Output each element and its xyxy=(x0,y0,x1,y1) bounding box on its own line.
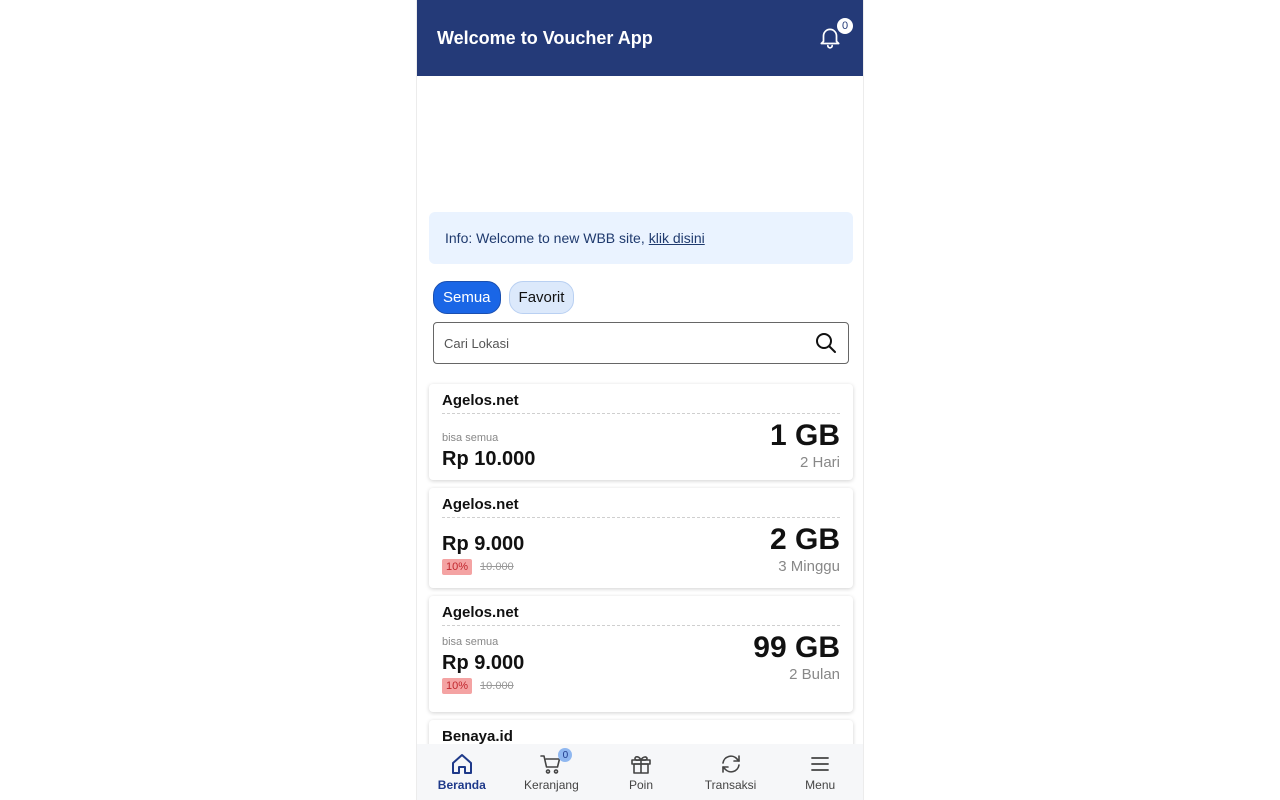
nav-label: Menu xyxy=(805,778,836,792)
app-header: Welcome to Voucher App 0 xyxy=(417,0,863,76)
nav-label: Poin xyxy=(628,778,653,792)
info-link[interactable]: klik disini xyxy=(649,230,705,246)
voucher-card[interactable]: Agelos.net bisa semua Rp 9.000 10% 10.00… xyxy=(429,596,853,712)
discount-badge: 10% xyxy=(442,559,473,575)
header-title: Welcome to Voucher App xyxy=(437,27,653,48)
nav-poin[interactable]: Poin xyxy=(598,752,684,792)
old-price: 10.000 xyxy=(480,680,514,692)
nav-keranjang[interactable]: 0 Keranjang xyxy=(508,748,594,792)
card-price: Rp 9.000 xyxy=(442,652,525,674)
card-name: Agelos.net xyxy=(442,496,840,518)
discount-badge: 10% xyxy=(442,678,473,694)
refresh-icon xyxy=(721,755,740,773)
tab-favorit[interactable]: Favorit xyxy=(508,281,575,314)
card-name: Agelos.net xyxy=(442,392,840,414)
home-icon xyxy=(451,754,472,774)
app-frame: Welcome to Voucher App 0 Info: Welcome t… xyxy=(416,0,864,800)
cart-badge: 0 xyxy=(558,748,573,762)
tab-semua[interactable]: Semua xyxy=(433,281,501,314)
card-price: Rp 10.000 xyxy=(442,448,536,470)
old-price: 10.000 xyxy=(480,561,514,573)
info-text: Info: Welcome to new WBB site, xyxy=(445,230,645,246)
info-banner: Info: Welcome to new WBB site, klik disi… xyxy=(429,212,853,264)
card-note: bisa semua xyxy=(442,432,499,444)
card-duration: 2 Bulan xyxy=(789,666,840,683)
card-size: 1 GB xyxy=(769,419,840,452)
nav-menu[interactable]: Menu xyxy=(777,752,863,792)
search-box xyxy=(433,322,849,364)
card-price: Rp 9.000 xyxy=(442,533,525,555)
nav-label: Keranjang xyxy=(524,778,579,792)
menu-icon xyxy=(811,757,830,771)
search-icon[interactable] xyxy=(814,331,838,355)
card-duration: 2 Hari xyxy=(799,454,840,471)
notification-button[interactable]: 0 xyxy=(817,18,853,52)
notification-badge: 0 xyxy=(837,18,853,34)
nav-label: Transaksi xyxy=(704,778,757,792)
card-duration: 3 Minggu xyxy=(778,558,840,575)
bottom-nav: Beranda 0 Keranjang Poin Transaksi Menu xyxy=(417,744,863,800)
card-size: 99 GB xyxy=(753,631,840,664)
voucher-card[interactable]: Agelos.net bisa semua Rp 10.000 1 GB 2 H… xyxy=(429,384,853,480)
card-name: Agelos.net xyxy=(442,604,840,626)
gift-icon xyxy=(631,756,651,774)
voucher-card[interactable]: Agelos.net Rp 9.000 10% 10.000 2 GB 3 Mi… xyxy=(429,488,853,588)
card-size: 2 GB xyxy=(769,523,840,556)
nav-transaksi[interactable]: Transaksi xyxy=(688,752,774,792)
card-note: bisa semua xyxy=(442,636,499,648)
nav-beranda[interactable]: Beranda xyxy=(419,752,505,792)
search-input[interactable] xyxy=(444,335,814,351)
nav-label: Beranda xyxy=(437,778,486,792)
filter-tabs: Semua Favorit xyxy=(433,281,575,314)
